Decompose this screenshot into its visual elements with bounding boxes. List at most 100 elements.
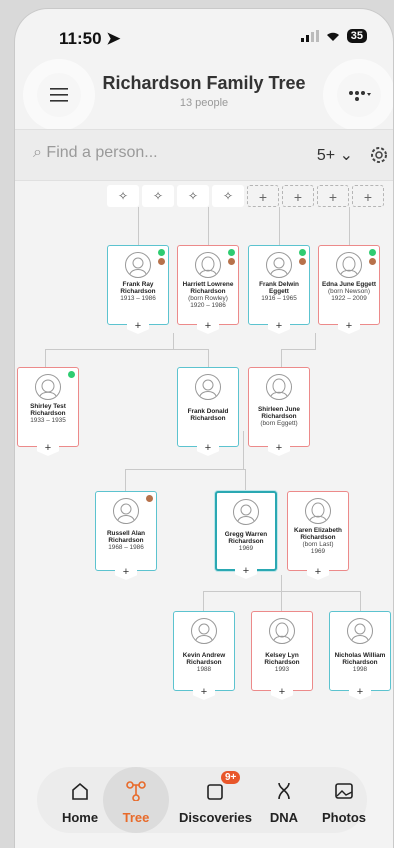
notification-badge: 9+ bbox=[221, 771, 241, 784]
person-card-shirleen[interactable]: Shirleen June Richardson (born Eggett) + bbox=[248, 367, 310, 456]
add-relative-button[interactable]: + bbox=[338, 322, 360, 334]
search-bar: ⌕ Find a person... 5+ ⌄ bbox=[15, 129, 393, 181]
connector-line bbox=[203, 591, 204, 611]
add-relative-button[interactable]: + bbox=[268, 444, 290, 456]
status-time: 11:50 ➤ bbox=[59, 29, 121, 48]
person-card-frank-delwin[interactable]: Frank Delwin Eggett 1916 – 1965 + bbox=[248, 245, 310, 334]
hint-indicator-icon bbox=[299, 249, 306, 256]
wifi-icon bbox=[326, 32, 339, 41]
add-parent-button[interactable]: + bbox=[352, 185, 384, 207]
tab-discoveries[interactable]: 9+ Discoveries bbox=[179, 767, 252, 833]
add-relative-button[interactable]: + bbox=[197, 322, 219, 334]
female-avatar-icon bbox=[266, 374, 292, 400]
photos-icon bbox=[335, 783, 353, 799]
connector-line bbox=[279, 207, 280, 245]
signal-icon bbox=[300, 30, 319, 42]
settings-gear-icon[interactable] bbox=[369, 145, 389, 165]
status-icons: 35 bbox=[300, 29, 367, 43]
person-card-karen[interactable]: Karen Elizabeth Richardson (born Last) 1… bbox=[287, 491, 349, 580]
connector-line bbox=[173, 333, 174, 349]
people-count: 13 people bbox=[179, 97, 229, 109]
hint-indicator-icon bbox=[158, 249, 165, 256]
add-relative-button[interactable]: + bbox=[127, 322, 149, 334]
connector-line bbox=[45, 349, 209, 350]
tree-icon bbox=[126, 781, 146, 801]
add-relative-button[interactable]: + bbox=[115, 568, 137, 580]
person-card-kelsey[interactable]: Kelsey Lyn Richardson 1993 + bbox=[251, 611, 313, 700]
add-relative-button[interactable]: + bbox=[193, 688, 215, 700]
person-card-frank-donald[interactable]: Frank Donald Richardson + bbox=[177, 367, 239, 456]
person-card-kevin[interactable]: Kevin Andrew Richardson 1988 + bbox=[173, 611, 235, 700]
family-tree: ✧ ✧ ✧ ✧ + + + + Frank Ray Richardson 191… bbox=[15, 181, 393, 771]
male-avatar-icon bbox=[125, 252, 151, 278]
tab-photos[interactable]: Photos bbox=[311, 767, 377, 833]
connector-line bbox=[245, 469, 246, 491]
ai-hint-button[interactable]: ✧ bbox=[107, 185, 139, 207]
sparkle-icon: ✧ bbox=[117, 189, 129, 203]
add-relative-button[interactable]: + bbox=[271, 688, 293, 700]
bottom-tab-bar: Home Tree 9+ Discoveries DNA Photos bbox=[37, 767, 367, 833]
connector-line bbox=[203, 591, 361, 592]
header: Richardson Family Tree 13 people bbox=[15, 61, 393, 133]
person-card-nicholas[interactable]: Nicholas William Richardson 1998 + bbox=[329, 611, 391, 700]
ai-hint-button[interactable]: ✧ bbox=[142, 185, 174, 207]
add-parent-button[interactable]: + bbox=[282, 185, 314, 207]
record-indicator-icon bbox=[369, 258, 376, 265]
search-icon: ⌕ bbox=[33, 144, 42, 161]
connector-line bbox=[125, 469, 126, 491]
person-card-frank-ray[interactable]: Frank Ray Richardson 1913 – 1986 + bbox=[107, 245, 169, 334]
person-card-russell[interactable]: Russell Alan Richardson 1968 – 1986 + bbox=[95, 491, 157, 580]
female-avatar-icon bbox=[305, 498, 331, 524]
connector-line bbox=[45, 349, 46, 367]
ai-hint-button[interactable]: ✧ bbox=[212, 185, 244, 207]
record-indicator-icon bbox=[299, 258, 306, 265]
discoveries-icon bbox=[207, 784, 223, 800]
connector-line bbox=[125, 469, 245, 470]
add-relative-button[interactable]: + bbox=[349, 688, 371, 700]
connector-line bbox=[315, 333, 316, 349]
add-parent-button[interactable]: + bbox=[247, 185, 279, 207]
record-indicator-icon bbox=[146, 495, 153, 502]
person-card-gregg-selected[interactable]: Gregg Warren Richardson 1969 + bbox=[215, 491, 277, 579]
male-avatar-icon bbox=[347, 618, 373, 644]
female-avatar-icon bbox=[195, 252, 221, 278]
add-parent-button[interactable]: + bbox=[317, 185, 349, 207]
person-card-harriett[interactable]: Harriett Lowrene Richardson (born Rowley… bbox=[177, 245, 239, 334]
connector-line bbox=[243, 431, 244, 469]
hint-indicator-icon bbox=[228, 249, 235, 256]
record-indicator-icon bbox=[158, 258, 165, 265]
connector-line bbox=[208, 207, 209, 245]
person-card-shirley-test[interactable]: Shirley Test Richardson 1933 – 1935 + bbox=[17, 367, 79, 456]
add-relative-button[interactable]: + bbox=[197, 444, 219, 456]
connector-line bbox=[281, 349, 316, 350]
tree-view-button[interactable] bbox=[337, 73, 381, 117]
connector-line bbox=[360, 591, 361, 611]
tree-view-icon bbox=[349, 91, 371, 101]
status-bar: 11:50 ➤ 35 bbox=[15, 9, 393, 57]
hint-indicator-icon bbox=[369, 249, 376, 256]
add-relative-button[interactable]: + bbox=[307, 568, 329, 580]
female-avatar-icon bbox=[336, 252, 362, 278]
dna-icon bbox=[278, 782, 290, 800]
connector-line bbox=[281, 349, 282, 367]
chevron-down-icon: ⌄ bbox=[339, 147, 353, 164]
search-input[interactable]: ⌕ Find a person... bbox=[33, 144, 158, 162]
ai-hint-button[interactable]: ✧ bbox=[177, 185, 209, 207]
sparkle-icon: ✧ bbox=[222, 189, 234, 203]
male-avatar-icon bbox=[233, 499, 259, 525]
battery-icon: 35 bbox=[346, 29, 367, 43]
connector-line bbox=[138, 207, 139, 245]
add-relative-button[interactable]: + bbox=[268, 322, 290, 334]
male-avatar-icon bbox=[113, 498, 139, 524]
connector-line bbox=[349, 207, 350, 245]
add-relative-button[interactable]: + bbox=[37, 444, 59, 456]
person-card-edna[interactable]: Edna June Eggett (born Newson) 1922 – 20… bbox=[318, 245, 380, 334]
generations-select[interactable]: 5+ ⌄ bbox=[317, 145, 353, 165]
connector-line bbox=[281, 591, 282, 611]
connector-line bbox=[281, 575, 282, 591]
tab-tree[interactable]: Tree bbox=[103, 767, 169, 833]
tab-dna[interactable]: DNA bbox=[251, 767, 317, 833]
connector-line bbox=[208, 349, 209, 367]
add-relative-button[interactable]: + bbox=[235, 567, 257, 579]
child-avatar-icon bbox=[35, 374, 61, 400]
